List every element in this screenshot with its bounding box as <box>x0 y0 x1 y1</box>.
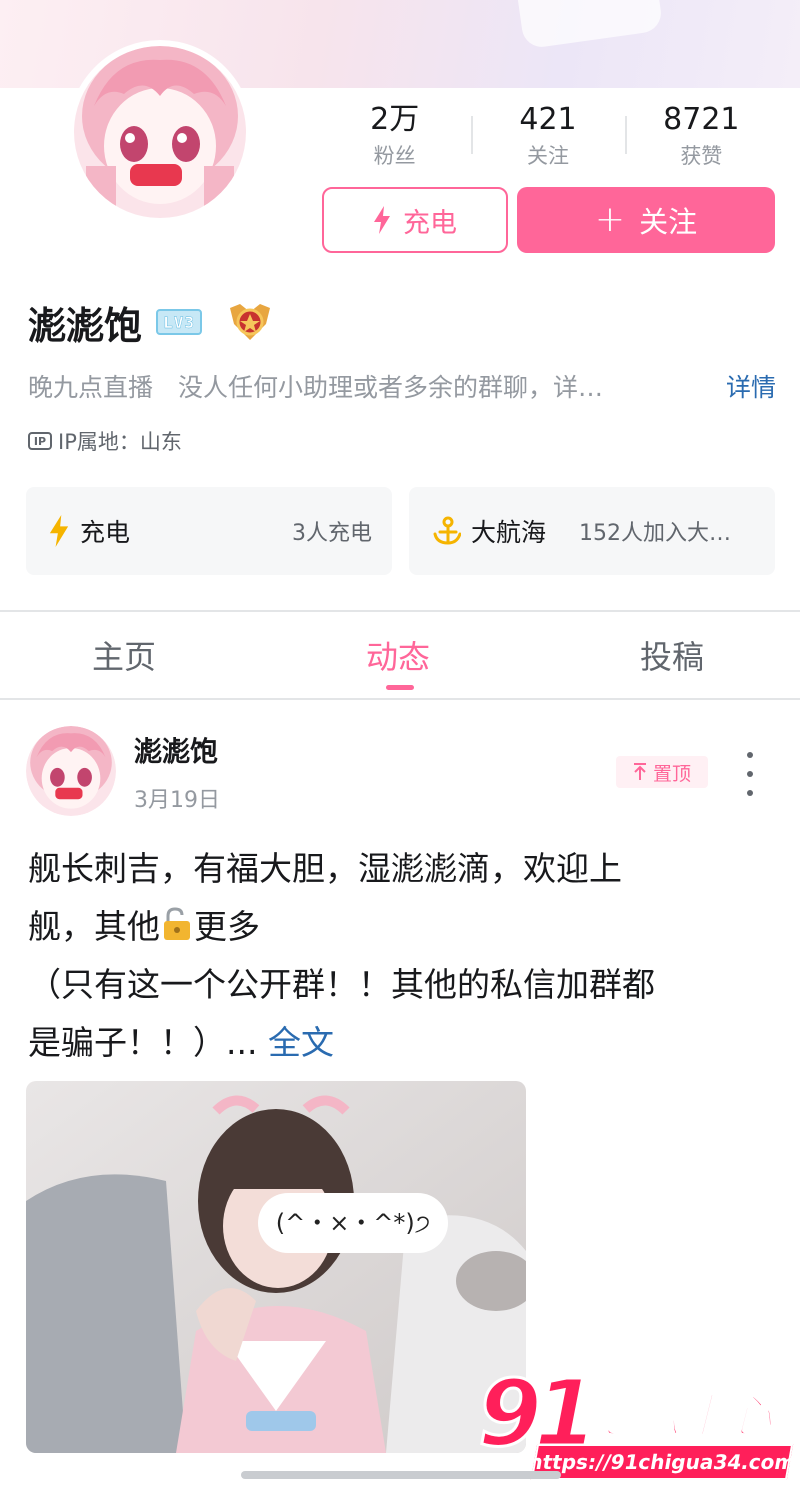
tab-home[interactable]: 主页 <box>92 632 156 678</box>
follow-button-label: 关注 <box>639 205 698 239</box>
post-text-line: （只有这一个公开群！！其他的私信加群都 <box>28 965 655 1004</box>
watermark-url: https://91chigua34.com <box>526 1444 798 1480</box>
stat-label: 关注 <box>526 144 569 168</box>
charge-button-label: 充电 <box>403 207 457 239</box>
sticker-text: (^・×・^*)੭ <box>276 1209 431 1237</box>
lightning-icon <box>374 206 390 234</box>
detail-link[interactable]: 详情 <box>726 368 776 404</box>
post-text-line: 是骗子！！）... 全文 <box>28 1014 773 1072</box>
charge-button[interactable]: 充电 <box>322 187 508 253</box>
post-author-avatar[interactable] <box>26 726 116 816</box>
more-options-icon[interactable] <box>740 752 760 796</box>
unlock-icon <box>164 907 190 940</box>
signature-text: 晚九点直播 没人任何小助理或者多余的群聊，详… <box>28 373 604 402</box>
pinned-badge: 置顶 <box>616 756 708 788</box>
level-badge[interactable]: LV3 <box>156 309 203 335</box>
post-text-line: 舰，其他 更多 <box>28 898 773 956</box>
charge-card-count: 3人充电 <box>292 521 372 546</box>
stat-fans[interactable]: 2万 粉丝 <box>318 100 471 176</box>
stat-value: 2万 <box>370 102 420 137</box>
post-photo: (^・×・^*)੭ <box>26 1081 526 1453</box>
post-text-fragment: 是骗子！！）... <box>28 1023 268 1062</box>
lightning-icon <box>49 515 69 547</box>
full-text-link[interactable]: 全文 <box>268 1023 334 1062</box>
anime-avatar-illustration <box>74 46 246 218</box>
stat-label: 获赞 <box>680 144 723 168</box>
ip-icon: IP <box>28 432 52 450</box>
profile-stats: 2万 粉丝 421 关注 8721 获赞 <box>318 100 778 176</box>
stat-value: 421 <box>519 102 577 137</box>
post-author-name[interactable]: 滮滮饱 <box>134 730 218 770</box>
stat-likes[interactable]: 8721 获赞 <box>624 100 778 176</box>
post-text-fragment: 舰，其他 <box>28 907 160 946</box>
active-tab-indicator <box>386 685 414 690</box>
user-name: 滮滮饱 <box>28 303 143 348</box>
post-content[interactable]: 舰长刺吉，有福大胆，湿滮滮滴，欢迎上 舰，其他 更多 （只有这一个公开群！！其他的… <box>28 840 773 1072</box>
ip-location-text: IP属地：山东 <box>58 430 182 454</box>
guard-card-count: 152人加入大… <box>579 521 731 546</box>
guard-card-title: 大航海 <box>471 518 547 547</box>
guard-card[interactable]: 大航海 152人加入大… <box>409 487 775 575</box>
post-image[interactable]: (^・×・^*)੭ <box>26 1081 526 1453</box>
post-text-fragment: 更多 <box>194 907 260 946</box>
watermark-name: 吃瓜中心 <box>587 1388 773 1444</box>
charge-card-title: 充电 <box>80 518 131 547</box>
follow-button[interactable]: + 关注 <box>517 187 775 253</box>
pinned-label: 置顶 <box>652 762 691 785</box>
stat-label: 粉丝 <box>373 144 416 168</box>
home-indicator[interactable] <box>241 1471 561 1479</box>
pin-arrow-icon <box>633 763 646 780</box>
signature-row: 晚九点直播 没人任何小助理或者多余的群聊，详… 详情 <box>28 362 776 410</box>
medal-icon[interactable] <box>226 300 274 344</box>
tab-uploads[interactable]: 投稿 <box>640 632 704 678</box>
ip-location: IP IP属地：山东 <box>28 424 182 458</box>
post-text-line: 舰长刺吉，有福大胆，湿滮滮滴，欢迎上 <box>28 849 622 888</box>
profile-avatar[interactable] <box>68 40 252 224</box>
tab-dynamic[interactable]: 动态 <box>366 632 430 678</box>
anchor-icon <box>433 516 461 545</box>
profile-tabs: 主页 动态 投稿 <box>0 612 800 700</box>
stat-following[interactable]: 421 关注 <box>471 100 624 176</box>
name-row: 滮滮饱 LV3 <box>28 292 274 352</box>
stat-value: 8721 <box>663 102 740 137</box>
post-date: 3月19日 <box>134 788 220 813</box>
banner-decoration <box>516 0 664 50</box>
charge-card[interactable]: 充电 3人充电 <box>26 487 392 575</box>
plus-icon: + <box>594 199 626 240</box>
anime-avatar-illustration <box>26 726 116 816</box>
